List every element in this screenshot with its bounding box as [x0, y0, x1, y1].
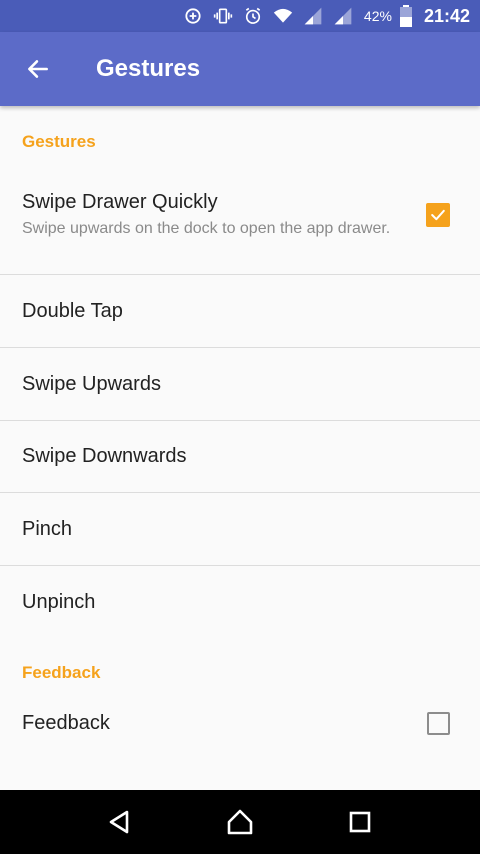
section-header-gestures: Gestures	[22, 132, 96, 151]
pref-swipe-upwards[interactable]: Swipe Upwards	[0, 348, 480, 421]
pref-title: Swipe Drawer Quickly	[22, 190, 218, 213]
pref-title: Swipe Upwards	[22, 372, 161, 395]
navigation-bar	[0, 790, 480, 854]
app-bar: Gestures	[0, 32, 480, 106]
arrow-back-icon	[28, 60, 48, 78]
section-header-feedback: Feedback	[22, 663, 101, 682]
recents-icon	[349, 811, 371, 833]
check-icon	[431, 209, 445, 221]
status-time: 21:42	[423, 5, 470, 26]
back-button[interactable]	[8, 39, 68, 99]
battery-icon	[399, 5, 412, 27]
pref-feedback[interactable]: Feedback	[0, 690, 480, 756]
pref-title: Feedback	[22, 711, 110, 734]
pref-pinch[interactable]: Pinch	[0, 493, 480, 566]
pref-unpinch[interactable]: Unpinch	[0, 566, 480, 639]
swipe-drawer-checkbox[interactable]	[426, 203, 450, 227]
pref-title: Double Tap	[22, 299, 123, 322]
data-saver-icon	[182, 5, 204, 27]
battery-percent: 42%	[363, 8, 392, 24]
signal-icon	[302, 5, 324, 27]
nav-recents-button[interactable]	[330, 792, 390, 852]
home-icon	[227, 809, 253, 835]
back-icon	[109, 810, 129, 834]
signal-icon	[332, 5, 354, 27]
status-bar: 42% 21:42	[0, 0, 480, 32]
vibrate-icon	[212, 5, 234, 27]
preferences-list: Gestures Swipe Drawer Quickly Swipe upwa…	[0, 106, 480, 790]
nav-home-button[interactable]	[210, 792, 270, 852]
pref-double-tap[interactable]: Double Tap	[0, 275, 480, 348]
nav-back-button[interactable]	[90, 792, 150, 852]
page-title: Gestures	[96, 55, 201, 82]
alarm-icon	[242, 5, 264, 27]
pref-title: Pinch	[22, 517, 73, 540]
pref-summary: Swipe upwards on the dock to open the ap…	[22, 219, 391, 237]
feedback-checkbox[interactable]	[427, 711, 450, 735]
pref-title: Swipe Downwards	[22, 445, 187, 467]
pref-swipe-downwards[interactable]: Swipe Downwards	[0, 421, 480, 493]
pref-swipe-drawer-quickly[interactable]: Swipe Drawer Quickly Swipe upwards on th…	[0, 166, 480, 275]
wifi-icon	[272, 5, 294, 27]
pref-title: Unpinch	[22, 591, 96, 613]
